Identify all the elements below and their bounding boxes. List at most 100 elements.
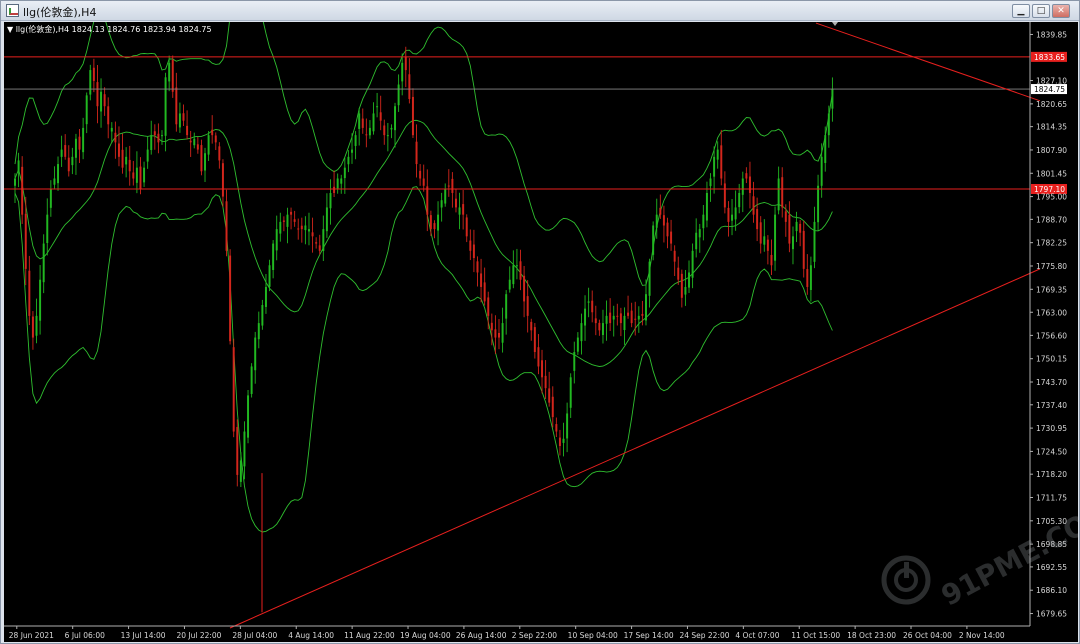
- candle-body: [512, 265, 515, 285]
- candle-body: [490, 322, 493, 331]
- candle-body: [279, 221, 282, 234]
- time-tick-label: 28 Jul 04:00: [232, 631, 277, 640]
- candle-body: [17, 160, 20, 173]
- candle-body: [813, 221, 816, 262]
- price-chart[interactable]: 1833.65 1797.10 1824.75 1839.85 1827.10 1820…: [4, 22, 1078, 642]
- candle-body: [318, 245, 321, 251]
- chart-app-icon: [6, 4, 19, 17]
- level-price-label: 1833.65: [1034, 53, 1065, 62]
- candle-body: [128, 159, 131, 172]
- price-tick-label: 1775.80: [1036, 262, 1067, 271]
- candle-body: [720, 145, 723, 179]
- candle-body: [117, 143, 120, 157]
- candle-body: [204, 153, 206, 171]
- candle-body: [817, 185, 820, 223]
- price-tick-label: 1679.65: [1036, 610, 1067, 619]
- candle-body: [103, 94, 106, 107]
- candle-body: [92, 67, 95, 81]
- candle-body: [766, 239, 769, 251]
- candle-body: [541, 360, 544, 378]
- candle-body: [440, 200, 443, 208]
- candle-body: [551, 396, 554, 418]
- candle-body: [307, 229, 310, 232]
- candle-body: [795, 221, 798, 232]
- candle-body: [802, 230, 805, 269]
- candle-body: [465, 217, 468, 237]
- candle-body: [558, 437, 561, 446]
- candle-body: [89, 70, 92, 95]
- candle-body: [153, 131, 156, 136]
- close-button[interactable]: ✕: [1052, 4, 1070, 18]
- window-title: llg(伦敦金),H4: [23, 6, 97, 19]
- candle-body: [662, 215, 665, 226]
- candle-body: [168, 62, 171, 82]
- minimize-button[interactable]: ▁: [1012, 4, 1030, 18]
- time-tick-label: 4 Oct 07:00: [735, 631, 779, 640]
- price-tick-label: 1782.25: [1036, 239, 1067, 248]
- chart-svg[interactable]: 1833.651797.101824.75 1839.851827.101820…: [4, 22, 1078, 642]
- candle-body: [121, 149, 124, 168]
- candle-body: [333, 186, 336, 193]
- candle-body: [494, 329, 497, 338]
- candle-body: [508, 279, 511, 290]
- price-tick-label: 1795.00: [1036, 193, 1067, 202]
- candle-body: [186, 125, 189, 136]
- candle-body: [247, 395, 250, 438]
- candle-body: [343, 167, 346, 179]
- candle-body: [243, 431, 246, 467]
- candle-body: [591, 300, 594, 313]
- time-tick-label: 28 Jun 2021: [9, 631, 54, 640]
- candle-body: [239, 460, 242, 482]
- candle-body: [200, 145, 203, 172]
- candle-body: [738, 192, 741, 208]
- candle-body: [587, 301, 590, 303]
- candle-body: [361, 118, 364, 128]
- candle-body: [601, 323, 604, 335]
- candle-body: [415, 141, 418, 165]
- candle-body: [193, 138, 196, 146]
- candle-body: [268, 265, 271, 287]
- candle-body: [336, 178, 339, 189]
- candle-body: [290, 211, 293, 215]
- time-tick-label: 24 Sep 22:00: [679, 631, 729, 640]
- candle-body: [325, 207, 328, 232]
- candle-body: [347, 156, 350, 165]
- time-tick-label: 6 Jul 06:00: [65, 631, 105, 640]
- candle-body: [533, 327, 536, 353]
- window-titlebar[interactable]: llg(伦敦金),H4 ▁ □ ✕: [1, 1, 1079, 21]
- price-tick-label: 1724.50: [1036, 447, 1067, 456]
- price-tick-label: 1801.45: [1036, 169, 1067, 178]
- candle-body: [555, 424, 558, 432]
- candle-body: [135, 167, 138, 183]
- candle-body: [433, 223, 436, 230]
- candle-body: [519, 261, 522, 280]
- candle-body: [645, 294, 647, 321]
- candle-body: [139, 166, 142, 190]
- candle-body: [666, 222, 669, 237]
- candle-body: [146, 149, 149, 162]
- candle-body: [827, 113, 830, 136]
- candle-body: [394, 106, 397, 131]
- candle-body: [57, 164, 60, 184]
- candle-body: [60, 149, 63, 157]
- candle-body: [221, 163, 224, 197]
- maximize-button[interactable]: □: [1032, 4, 1050, 18]
- candle-body: [734, 207, 737, 220]
- candle-body: [634, 318, 637, 320]
- candle-body: [731, 214, 734, 221]
- candle-body: [225, 201, 228, 251]
- time-tick-label: 11 Aug 22:00: [344, 631, 395, 640]
- candle-body: [820, 156, 823, 186]
- time-tick-label: 18 Oct 23:00: [847, 631, 896, 640]
- price-tick-label: 1718.20: [1036, 470, 1067, 479]
- candle-body: [78, 136, 81, 150]
- candle-body: [368, 127, 371, 136]
- price-tick-label: 1686.10: [1036, 586, 1067, 595]
- price-tick-label: 1820.65: [1036, 100, 1067, 109]
- candle-body: [35, 315, 38, 336]
- candle-body: [609, 312, 612, 324]
- price-tick-label: 1788.70: [1036, 215, 1067, 224]
- candle-body: [598, 322, 601, 331]
- candle-body: [723, 183, 726, 208]
- candle-body: [454, 198, 457, 208]
